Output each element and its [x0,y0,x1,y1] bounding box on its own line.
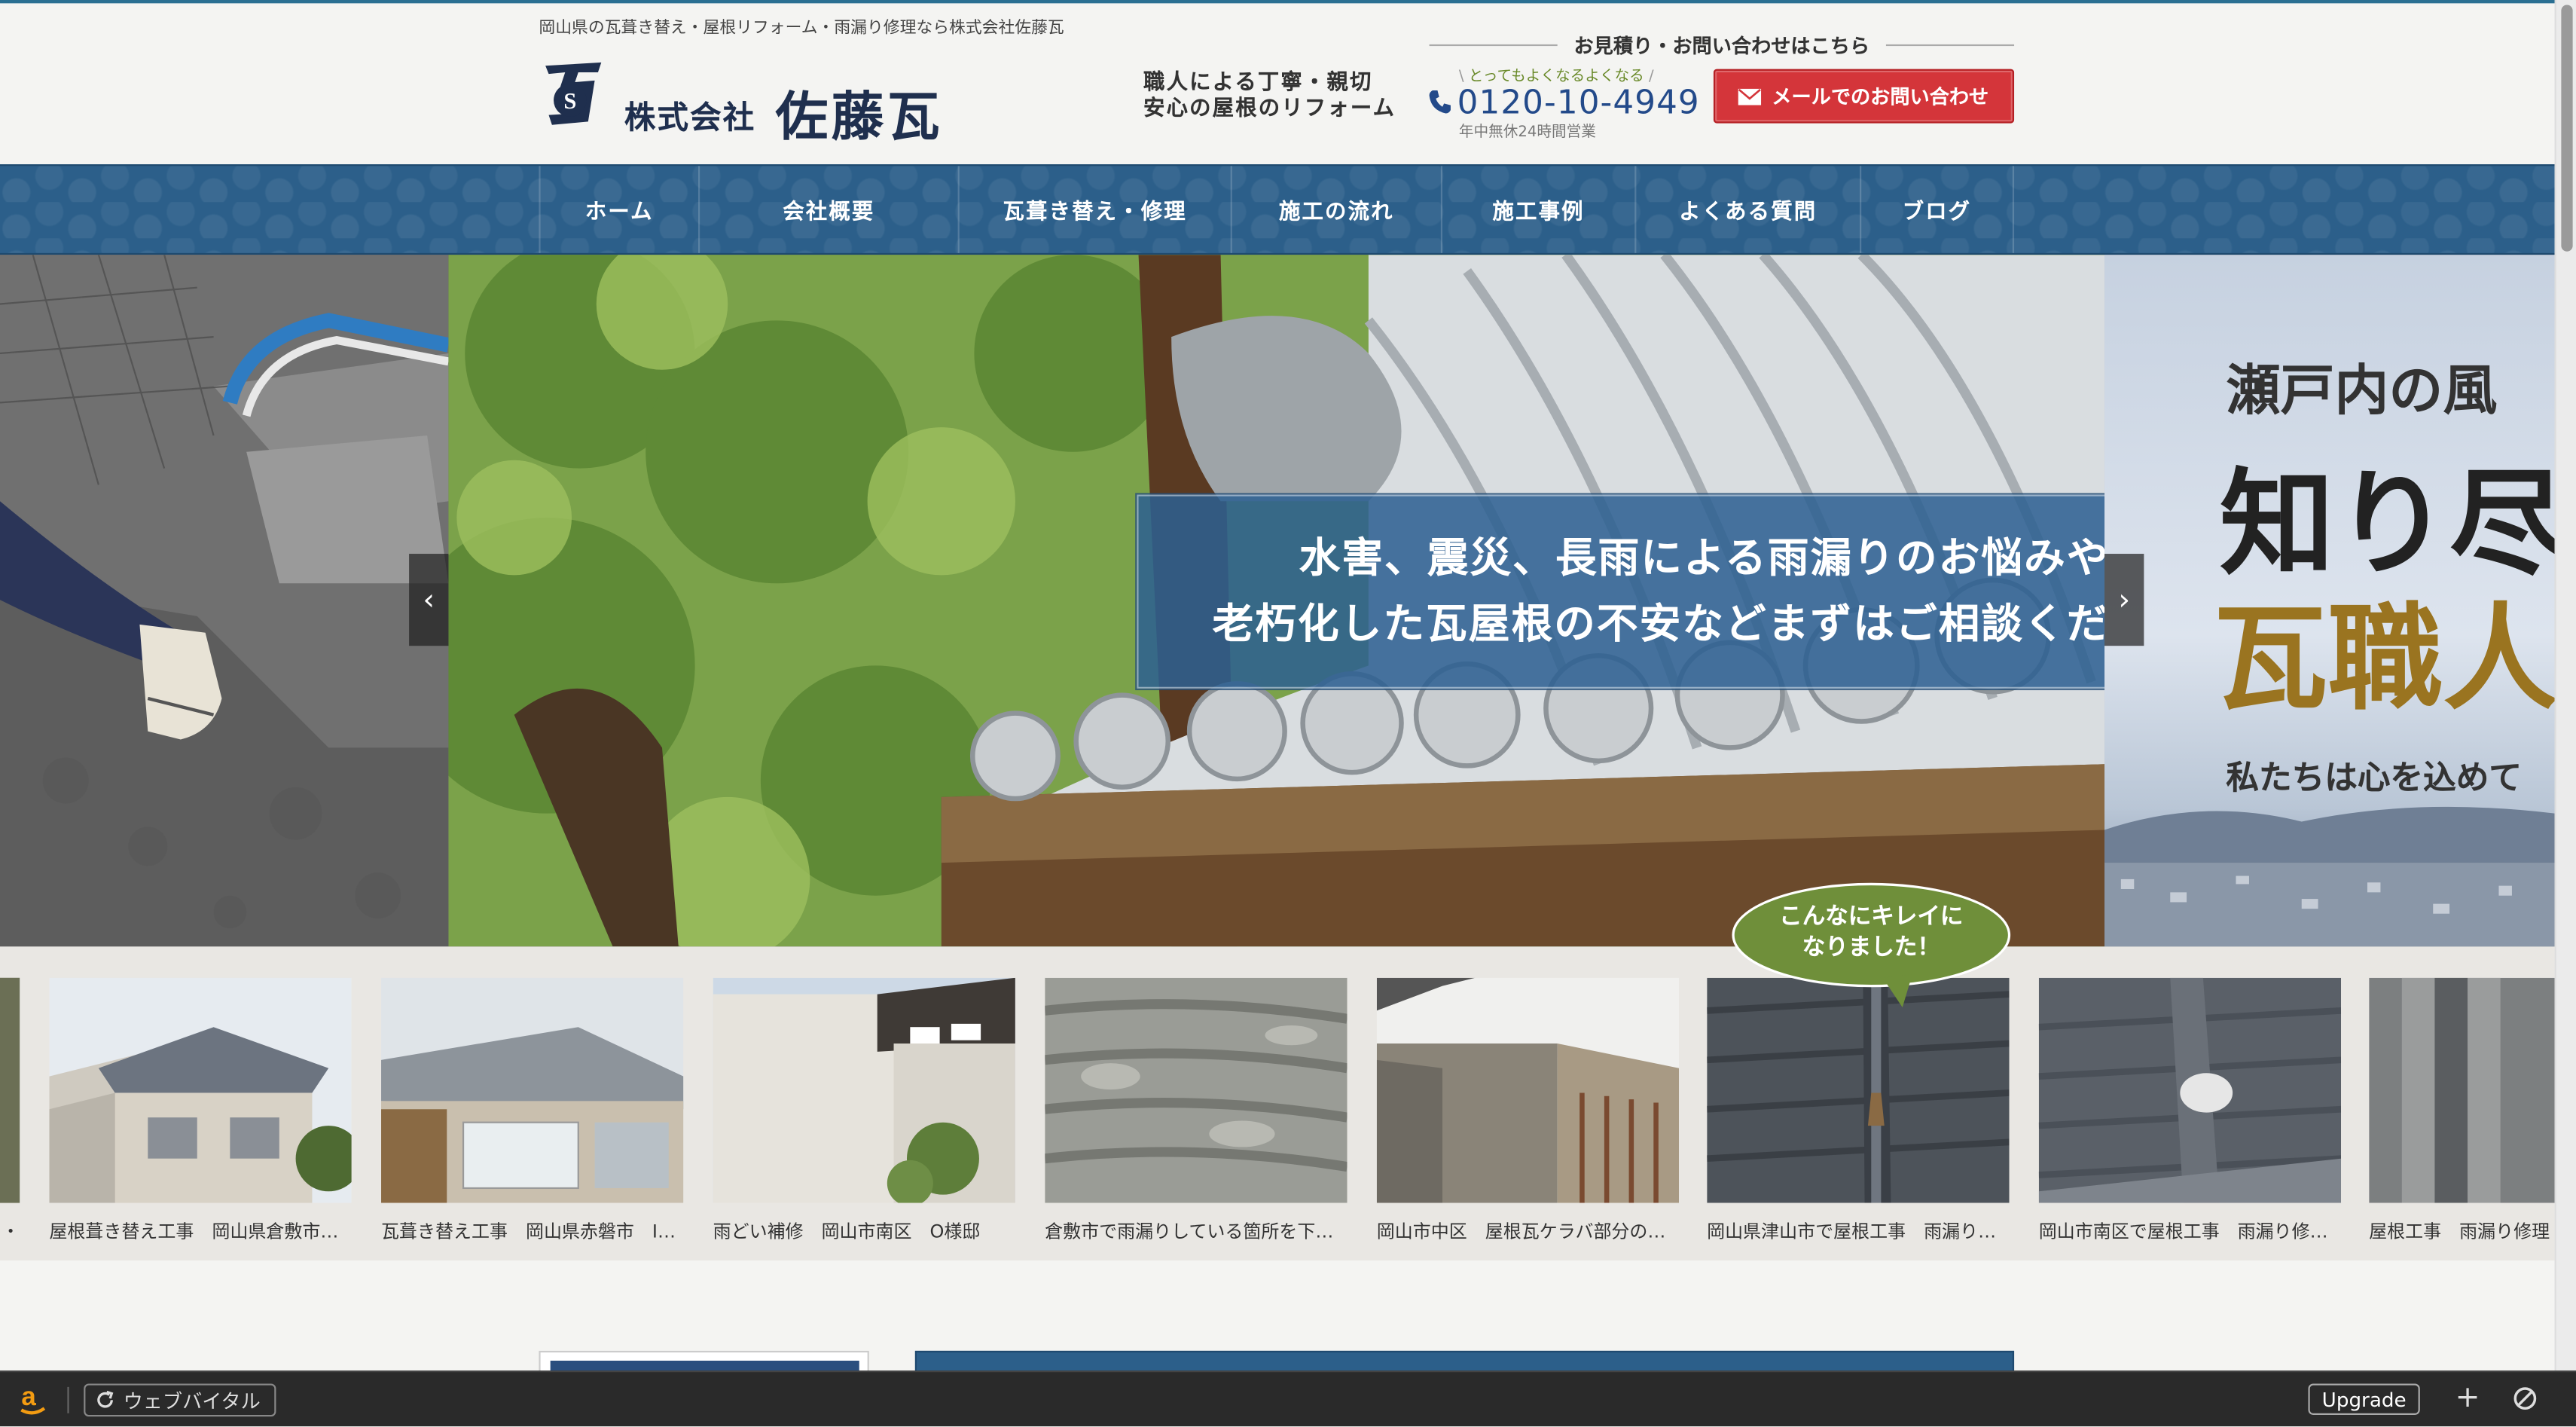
works-caption: 瓦葺き替え工事 岡山県赤磐市 I… [381,1221,676,1242]
site-tagline: 岡山県の瓦葺き替え・屋根リフォーム・雨漏り修理なら株式会社佐藤瓦 [539,20,1064,38]
works-caption: 雨どい補修 岡山市南区 O様邸 [713,1221,981,1242]
works-item[interactable]: 屋根工事 雨漏り修理 [2369,977,2555,1244]
catch-line-1: 職人による丁寧・親切 [1143,70,1373,96]
works-item[interactable]: 瓦葺き替え工事 岡山県赤磐市 I… [381,977,684,1244]
phone-number-link[interactable]: 0120-10-4949 [1457,82,1700,121]
svg-text:a: a [21,1384,36,1411]
web-vitals-button[interactable]: ウェブバイタル [84,1383,276,1417]
works-thumbnail [1045,977,1348,1203]
works-thumbnail [381,977,684,1203]
divider [1885,43,2015,45]
catch-line-2: 安心の屋根のリフォーム [1143,96,1396,122]
prev-slide-roof-worker-photo [0,255,449,947]
works-caption: 岡山県津山市で屋根工事 雨漏り… [1707,1221,1997,1242]
works-item[interactable]: 岡山県津山市で屋根工事 雨漏り… [1707,977,2010,1244]
before-after-bubble: こんなにキレイに なりました！ [1732,882,2011,1008]
hero-caption-box: 水害、震災、長雨による雨漏りのお悩みや、 老朽化した瓦屋根の不安などまずはご相談… [1135,493,2105,691]
nav-item-faq[interactable]: よくある質問 [1634,166,1860,253]
logo-kawara-icon[interactable]: S [539,56,608,128]
works-carousel: ・ 屋根葺き替え工事 岡山県倉敷市… 瓦葺き替え工事 岡山県赤磐市 I… 雨どい… [0,946,2555,1260]
slider-prev-button[interactable]: ‹ [409,554,449,646]
hero-slider: 水害、震災、長雨による雨漏りのお悩みや、 老朽化した瓦屋根の不安などまずはご相談… [0,255,2555,947]
business-hours: 年中無休24時間営業 [1458,124,1596,142]
plus-icon[interactable]: + [2451,1380,2484,1416]
web-vitals-label: ウェブバイタル [123,1389,261,1413]
works-item-partial[interactable]: ・ [0,977,20,1244]
works-thumbnail [1376,977,1680,1203]
works-caption: ・ [2,1221,20,1242]
nav-item-blog[interactable]: ブログ [1860,166,2015,253]
mail-contact-label: メールでのお問い合わせ [1772,85,1989,108]
works-caption: 屋根葺き替え工事 岡山県倉敷市… [49,1221,339,1242]
nav-item-home[interactable]: ホーム [539,166,698,253]
bubble-line-1: こんなにキレイに [1779,903,1964,930]
logo-company-name: 佐藤瓦 [775,85,944,148]
works-item[interactable]: 岡山市南区で屋根工事 雨漏り修… [2038,977,2342,1244]
contact-heading: お見積り・お問い合わせはこちら [1429,29,2015,59]
works-item[interactable]: 雨どい補修 岡山市南区 O様邸 [713,977,1015,1244]
company-logo-text[interactable]: 株式会社 佐藤瓦 [624,69,944,148]
upgrade-button[interactable]: Upgrade [2308,1383,2420,1415]
works-caption: 屋根工事 雨漏り修理 [2369,1221,2550,1242]
logo-company-type: 株式会社 [624,100,756,137]
works-caption: 岡山市南区で屋根工事 雨漏り修… [2038,1221,2328,1242]
top-accent-line [0,0,2576,4]
contact-heading-text: お見積り・お問い合わせはこちら [1573,33,1870,57]
amazon-logo-icon[interactable]: a [20,1382,46,1417]
next-slide-text-3: 瓦職人 [2212,590,2555,727]
mail-contact-button[interactable]: メールでのお問い合わせ [1713,69,2015,124]
hero-caption-line-1: 水害、震災、長雨による雨漏りのお悩みや、 [1299,533,2105,582]
works-item[interactable]: 屋根葺き替え工事 岡山県倉敷市… [49,977,352,1244]
next-slide-text-1: 瀬戸内の風 [2226,358,2498,423]
main-slide-temple-roof-photo: 水害、震災、長雨による雨漏りのお悩みや、 老朽化した瓦屋根の不安などまずはご相談… [448,255,2105,947]
mail-icon [1738,87,1763,105]
nav-item-works[interactable]: 施工事例 [1440,166,1634,253]
refresh-icon [97,1390,114,1408]
phone-icon [1427,89,1454,115]
nav-list: ホーム 会社概要 瓦葺き替え・修理 施工の流れ 施工事例 よくある質問 ブログ [539,166,2015,253]
nav-item-flow[interactable]: 施工の流れ [1230,166,1441,253]
works-thumbnail [1707,977,2010,1203]
works-thumbnail [2038,977,2342,1203]
global-nav: ホーム 会社概要 瓦葺き替え・修理 施工の流れ 施工事例 よくある質問 ブログ [0,164,2555,255]
extension-bottom-bar: a ウェブバイタル Upgrade + [0,1370,2576,1427]
svg-text:S: S [563,88,576,114]
next-slide-text-4: 私たちは心を込めて [2226,757,2523,797]
header-catchphrase: 職人による丁寧・親切 安心の屋根のリフォーム [1143,71,1396,124]
divider [67,1386,69,1413]
browser-viewport: 岡山県の瓦葺き替え・屋根リフォーム・雨漏り修理なら株式会社佐藤瓦 S 株式会社佐… [0,0,2576,1427]
hero-caption-line-2: 老朽化した瓦屋根の不安などまずはご相談ください。 [1212,600,2105,648]
works-item[interactable]: 岡山市中区 屋根瓦ケラバ部分の… [1376,977,1680,1244]
disable-icon[interactable] [2510,1384,2540,1413]
works-thumbnail [713,977,1015,1203]
bubble-line-2: なりました！ [1802,935,1940,961]
bubble-text: こんなにキレイに なりました！ [1732,902,2011,964]
works-thumbnail [2369,977,2555,1203]
works-item[interactable]: 倉敷市で雨漏りしている箇所を下… [1045,977,1348,1244]
nav-item-reroofing[interactable]: 瓦葺き替え・修理 [957,166,1231,253]
works-caption: 倉敷市で雨漏りしている箇所を下… [1045,1221,1334,1242]
next-slide-banner: 瀬戸内の風 知り尽 瓦職人 私たちは心を込めて [2104,255,2555,947]
slider-next-button[interactable]: › [2104,554,2144,646]
scrollbar-thumb[interactable] [2561,5,2573,252]
works-caption: 岡山市中区 屋根瓦ケラバ部分の… [1376,1221,1666,1242]
nav-item-company[interactable]: 会社概要 [697,166,958,253]
divider [1429,43,1558,45]
works-thumbnail [49,977,352,1203]
page-scrollbar[interactable] [2554,0,2576,1371]
